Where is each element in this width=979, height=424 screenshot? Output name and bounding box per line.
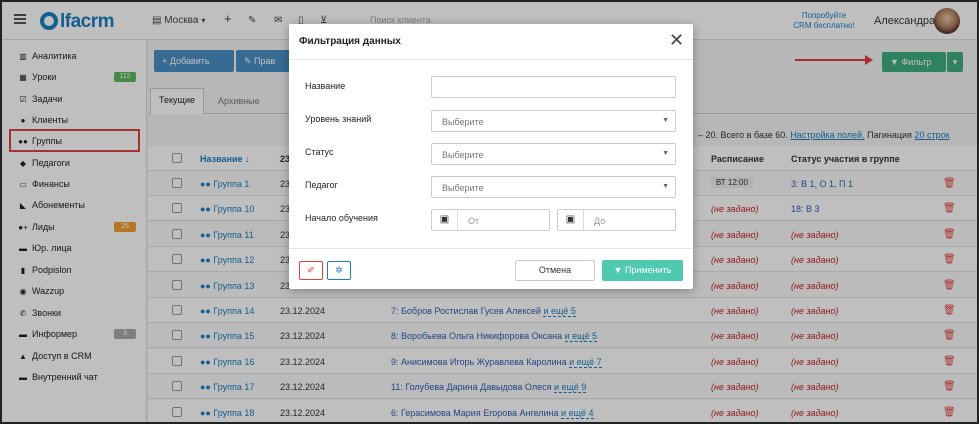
app-window: alfacrmlfacrm ▤ Москва + ✎ ✉ ▯ ⊻ Поиск к…	[0, 0, 979, 424]
calendar-icon: ▣	[432, 210, 458, 230]
filter-modal: Фильтрация данных ✕ Название Уровень зна…	[289, 24, 693, 289]
name-input[interactable]	[431, 76, 676, 98]
name-label: Название	[305, 81, 346, 91]
start-date-label: Начало обучения	[305, 213, 378, 223]
modal-title: Фильтрация данных	[299, 36, 401, 47]
teacher-label: Педагог	[305, 180, 338, 190]
status-placeholder: Выберите	[442, 150, 484, 160]
level-label: Уровень знаний	[305, 114, 372, 124]
date-from-placeholder: От	[468, 216, 480, 226]
date-to-placeholder: До	[594, 216, 606, 226]
calendar-icon: ▣	[558, 210, 584, 230]
gear-icon: ✲	[335, 265, 343, 275]
chevron-down-icon: ▼	[662, 117, 669, 124]
chevron-down-icon: ▼	[662, 183, 669, 190]
apply-button[interactable]: ▼ Применить	[602, 260, 683, 281]
status-select[interactable]: Выберите ▼	[431, 143, 676, 165]
teacher-select[interactable]: Выберите ▼	[431, 176, 676, 198]
teacher-placeholder: Выберите	[442, 183, 484, 193]
status-label: Статус	[305, 147, 334, 157]
chevron-down-icon: ▼	[662, 150, 669, 157]
close-icon[interactable]: ✕	[669, 30, 684, 51]
cancel-button[interactable]: Отмена	[515, 260, 595, 281]
date-to-input[interactable]: ▣ До	[557, 209, 676, 231]
filter-settings-button[interactable]: ✲	[327, 261, 351, 280]
modal-header: Фильтрация данных ✕	[289, 24, 693, 60]
date-from-input[interactable]: ▣ От	[431, 209, 550, 231]
level-placeholder: Выберите	[442, 117, 484, 127]
modal-footer: ✐ ✲ Отмена ▼ Применить	[289, 248, 693, 289]
clear-filter-button[interactable]: ✐	[299, 261, 323, 280]
level-select[interactable]: Выберите ▼	[431, 110, 676, 132]
eraser-icon: ✐	[307, 265, 315, 275]
